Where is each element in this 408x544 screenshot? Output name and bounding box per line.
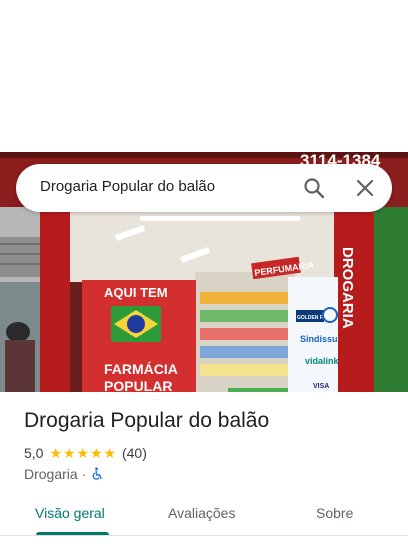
tab-about[interactable]: Sobre [316, 505, 353, 521]
map-blank-area [0, 0, 408, 152]
star-icon: ★ [89, 445, 103, 461]
star-icon: ★ [103, 445, 117, 461]
category-row: Drogaria · [24, 466, 104, 482]
rating-row[interactable]: 5,0 ★ ★ ★ ★ ★ (40) [24, 445, 147, 461]
star-icon: ★ [76, 445, 90, 461]
drogaria-vertical-sign: DROGARIA [339, 247, 356, 329]
star-icon: ★ [49, 445, 63, 461]
place-category: Drogaria [24, 466, 78, 482]
close-icon[interactable] [353, 176, 377, 200]
brand-vidalink: vidalink [305, 356, 340, 366]
tab-bar: Visão geral Avaliações Sobre [0, 496, 408, 540]
separator-dot: · [81, 466, 87, 482]
search-icon[interactable] [302, 176, 326, 200]
banner-bottom-text-1: FARMÁCIA [104, 361, 178, 377]
search-query[interactable]: Drogaria Popular do balão [40, 178, 215, 195]
tab-reviews[interactable]: Avaliações [168, 505, 235, 521]
place-title: Drogaria Popular do balão [24, 409, 270, 432]
review-count[interactable]: (40) [122, 445, 147, 461]
star-icon: ★ [62, 445, 76, 461]
rating-value: 5,0 [24, 445, 44, 461]
brand-golden-farma: GOLDEN FARMA [297, 315, 338, 321]
brand-visa: VISA [313, 383, 329, 390]
banner-bottom-text-2: POPULAR [104, 378, 172, 392]
banner-top-text: AQUI TEM [104, 285, 168, 300]
search-bar[interactable]: Drogaria Popular do balão [16, 164, 392, 212]
tabs-divider [0, 535, 408, 536]
brand-sindissu: Sindissu [300, 334, 338, 344]
tab-overview[interactable]: Visão geral [35, 505, 105, 521]
wheelchair-accessible-icon [92, 467, 103, 480]
rating-stars: ★ ★ ★ ★ ★ [49, 446, 117, 460]
